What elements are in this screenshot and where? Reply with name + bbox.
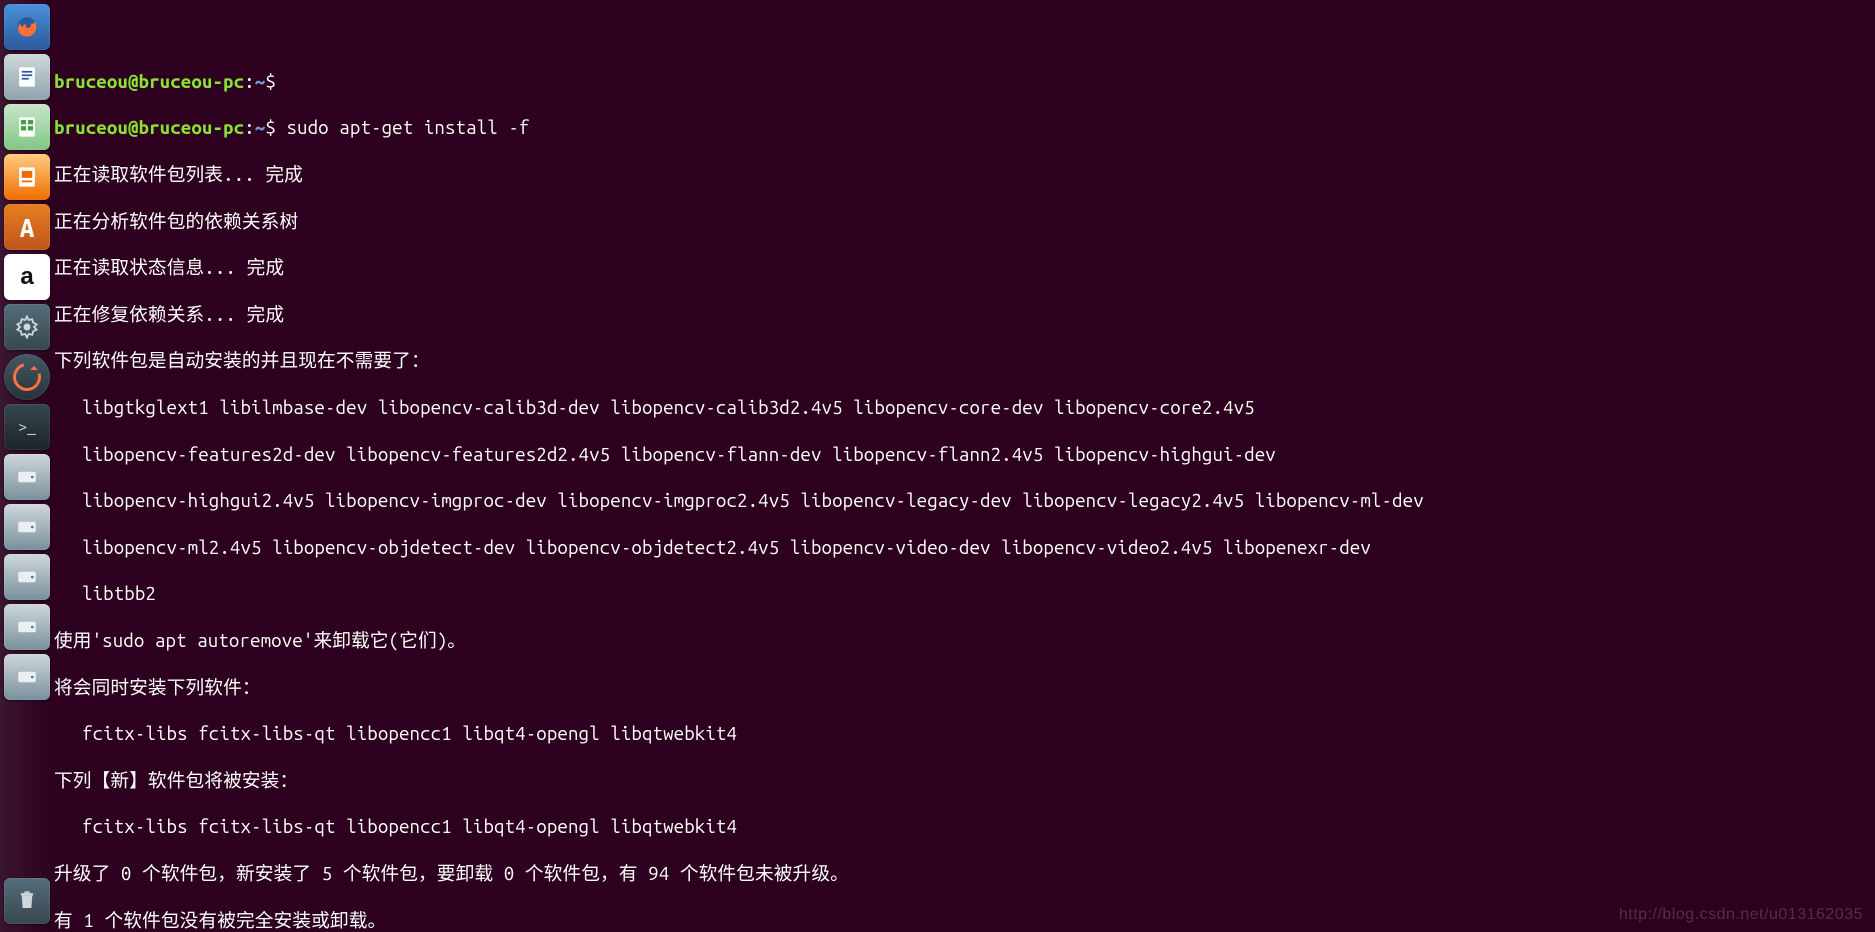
launcher-impress-icon[interactable] xyxy=(4,154,50,200)
launcher-firefox-icon[interactable] xyxy=(4,4,50,50)
launcher-disk5-icon[interactable] xyxy=(4,654,50,700)
command-text: sudo apt-get install -f xyxy=(286,117,529,138)
prompt-line-2: bruceou@bruceou-pc:~$ sudo apt-get insta… xyxy=(54,116,1871,139)
watermark-text: http://blog.csdn.net/u013162035 xyxy=(1619,903,1863,926)
launcher-trash-icon[interactable] xyxy=(4,878,50,924)
launcher-terminal-icon[interactable]: >_ xyxy=(4,404,50,450)
launcher-disk3-icon[interactable] xyxy=(4,554,50,600)
amazon-glyph: a xyxy=(20,263,33,291)
out-state-done: 正在读取状态信息... 完成 xyxy=(54,256,1871,279)
auto-pkg-line: libopencv-highgui2.4v5 libopencv-imgproc… xyxy=(54,489,1871,512)
prompt-path: ~ xyxy=(255,71,266,92)
out-fix-deps: 正在修复依赖关系... 完成 xyxy=(54,303,1871,326)
launcher-settings-icon[interactable] xyxy=(4,304,50,350)
out-autoremove: 使用'sudo apt autoremove'来卸载它(它们)。 xyxy=(54,629,1871,652)
out-partial: 有 1 个软件包没有被完全安装或卸载。 xyxy=(54,909,1871,932)
launcher-disk2-icon[interactable] xyxy=(4,504,50,550)
unity-launcher: A a >_ xyxy=(0,0,54,932)
out-reading-lists: 正在读取软件包列表... 完成 xyxy=(54,163,1871,186)
prompt-user: bruceou@bruceou-pc xyxy=(54,71,244,92)
new-pkg-line: fcitx-libs fcitx-libs-qt libopencc1 libq… xyxy=(54,815,1871,838)
prompt-line-1: bruceou@bruceou-pc:~$ xyxy=(54,70,1871,93)
install-pkg-line: fcitx-libs fcitx-libs-qt libopencc1 libq… xyxy=(54,722,1871,745)
out-new-heading: 下列【新】软件包将被安装： xyxy=(54,769,1871,792)
launcher-writer-icon[interactable] xyxy=(4,54,50,100)
terminal-window[interactable]: bruceou@bruceou-pc:~$ bruceou@bruceou-pc… xyxy=(54,0,1875,932)
launcher-calc-icon[interactable] xyxy=(4,104,50,150)
auto-pkg-line: libgtkglext1 libilmbase-dev libopencv-ca… xyxy=(54,396,1871,419)
out-install-heading: 将会同时安装下列软件： xyxy=(54,676,1871,699)
auto-pkg-line: libtbb2 xyxy=(54,582,1871,605)
launcher-software-icon[interactable]: A xyxy=(4,204,50,250)
out-dep-tree: 正在分析软件包的依赖关系树 xyxy=(54,210,1871,233)
software-glyph: A xyxy=(20,213,35,242)
terminal-glyph: >_ xyxy=(18,418,36,436)
launcher-amazon-icon[interactable]: a xyxy=(4,254,50,300)
out-summary: 升级了 0 个软件包，新安装了 5 个软件包，要卸载 0 个软件包，有 94 个… xyxy=(54,862,1871,885)
auto-pkg-line: libopencv-ml2.4v5 libopencv-objdetect-de… xyxy=(54,536,1871,559)
auto-pkg-line: libopencv-features2d-dev libopencv-featu… xyxy=(54,443,1871,466)
launcher-disk1-icon[interactable] xyxy=(4,454,50,500)
launcher-disk4-icon[interactable] xyxy=(4,604,50,650)
out-auto-heading: 下列软件包是自动安装的并且现在不需要了： xyxy=(54,349,1871,372)
launcher-updater-icon[interactable] xyxy=(4,354,50,400)
